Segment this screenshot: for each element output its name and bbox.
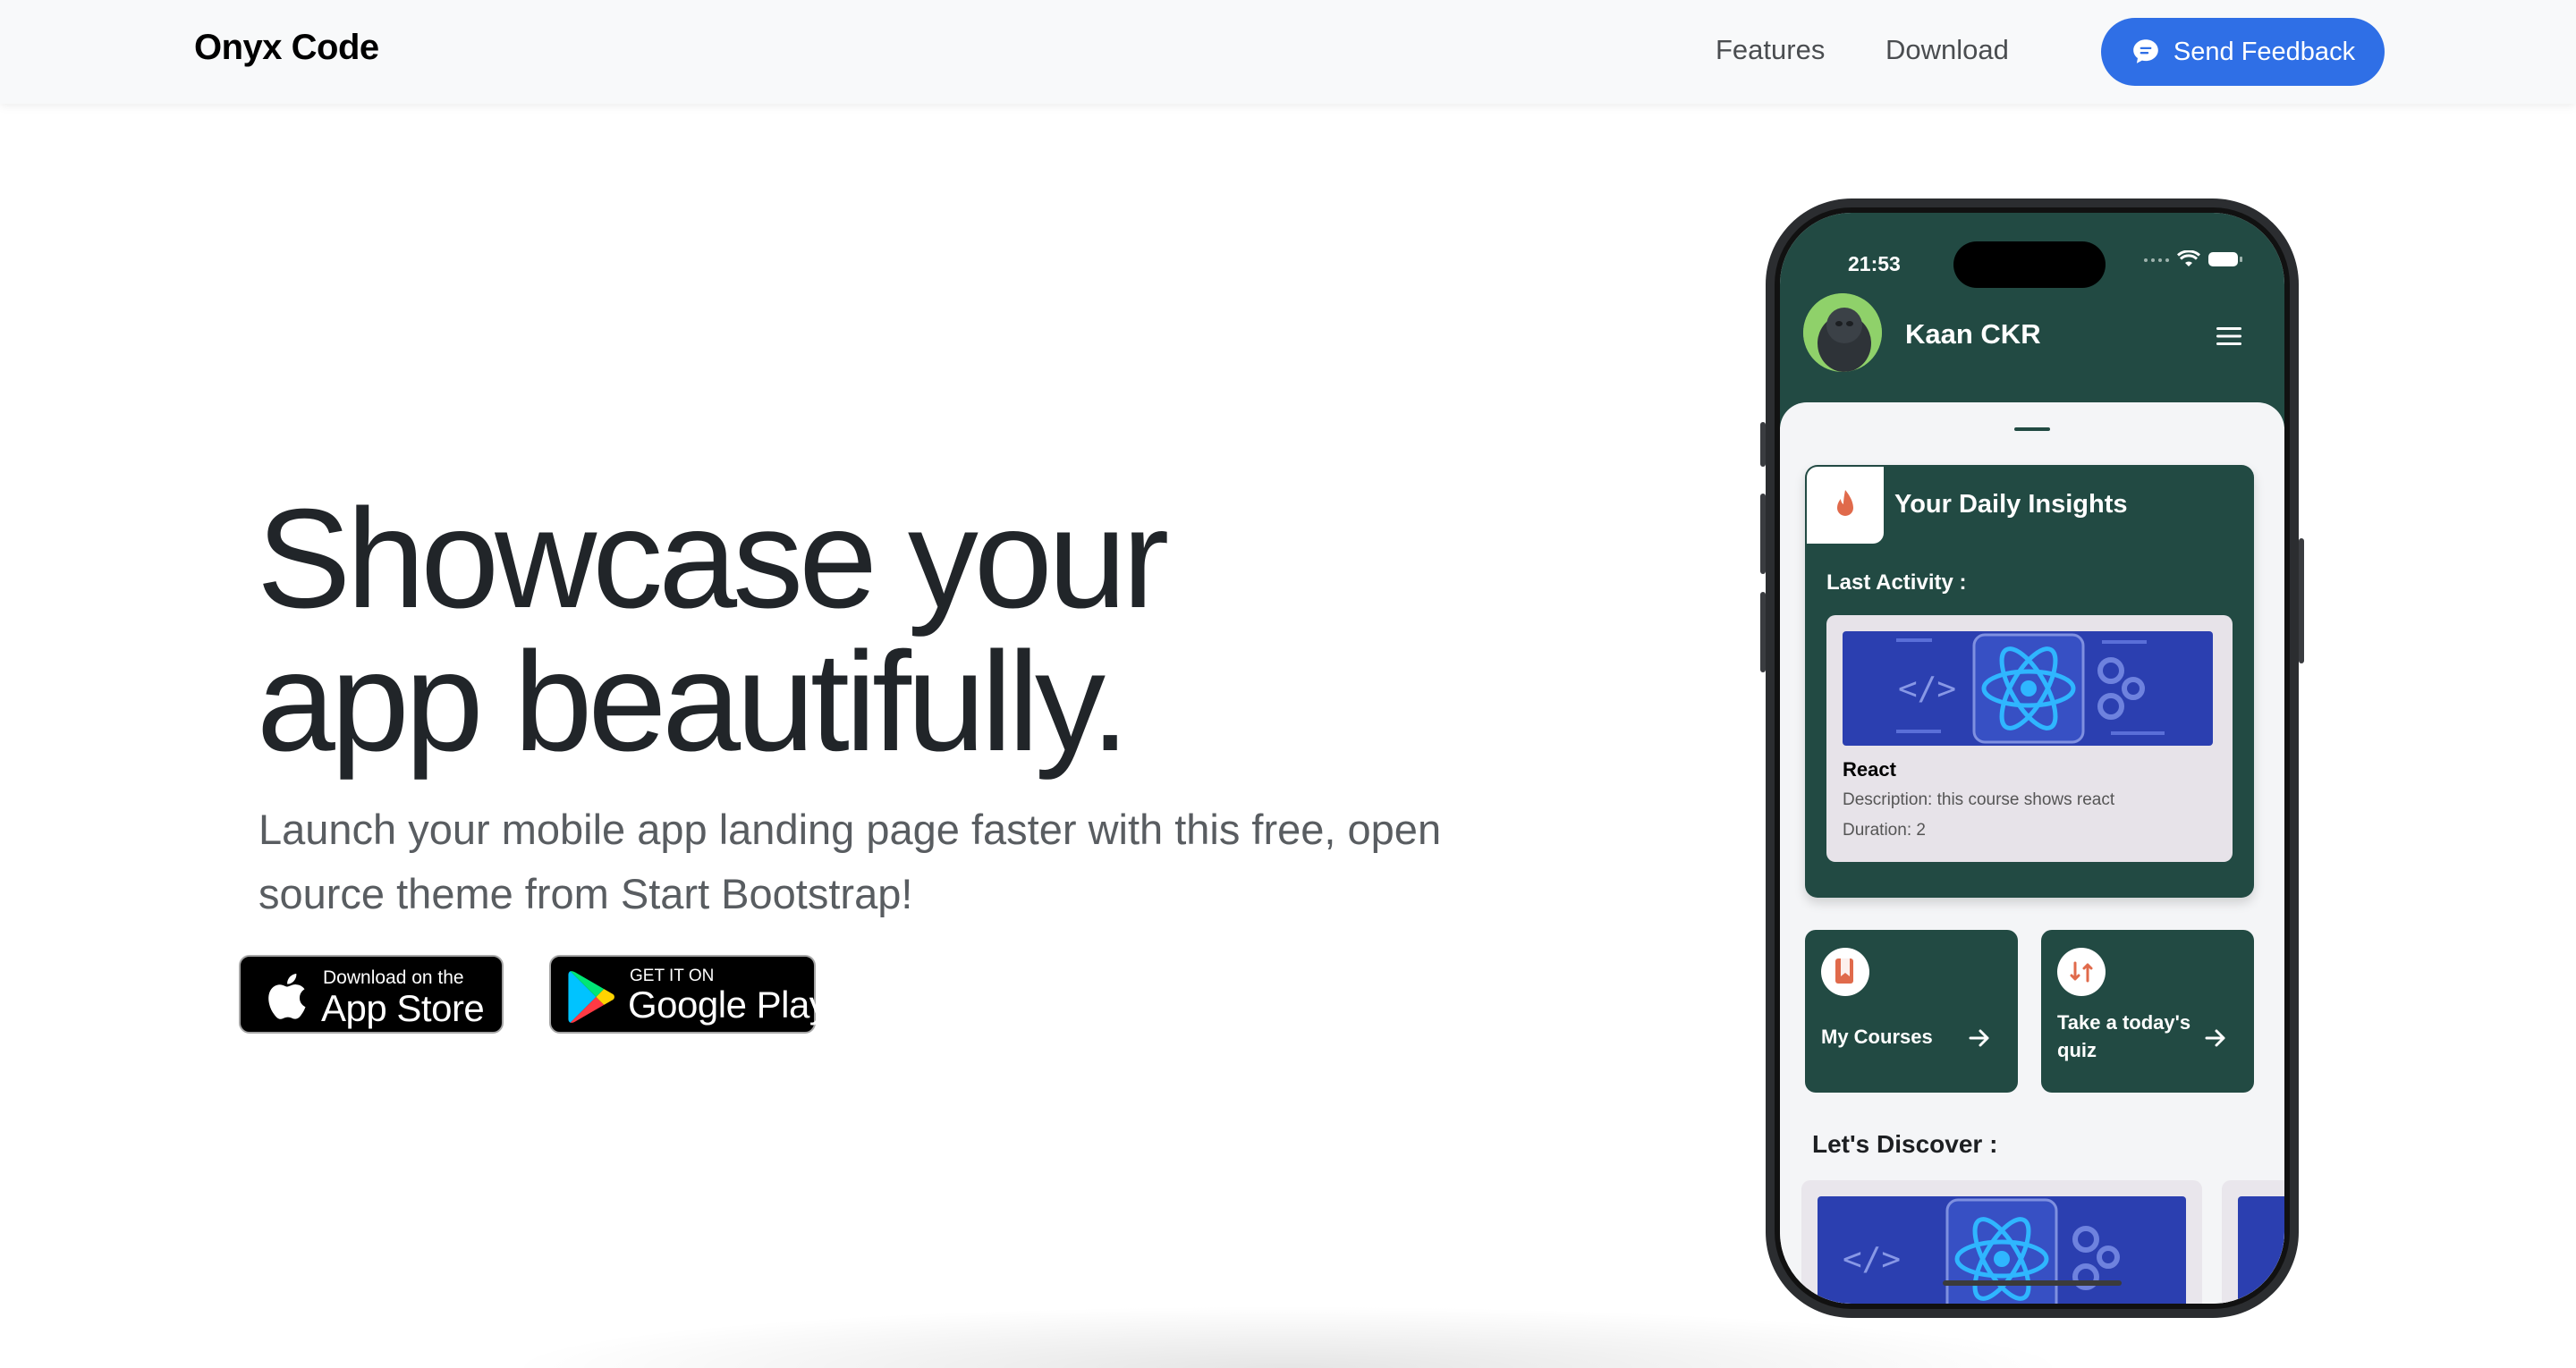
send-feedback-label: Send Feedback (2173, 37, 2356, 66)
app-header: 21:53 Kaan CKR (1780, 213, 2284, 427)
app-store-big-text: App Store (321, 987, 485, 1029)
avatar[interactable] (1803, 293, 1882, 372)
app-store-small-text: Download on the (323, 967, 464, 988)
flame-badge (1807, 467, 1884, 544)
battery-icon (2208, 252, 2242, 266)
last-activity-label: Last Activity : (1826, 570, 1967, 595)
google-play-big-text: Google Play (628, 984, 828, 1026)
arrow-right-icon (2205, 1029, 2225, 1047)
swap-icon (2070, 961, 2093, 983)
nav-link-features[interactable]: Features (1716, 34, 1825, 66)
app-store-badge[interactable]: Download on the App Store (239, 955, 504, 1034)
lets-discover-heading: Let's Discover : (1812, 1130, 1998, 1158)
apple-icon (268, 974, 306, 1019)
user-name: Kaan CKR (1905, 318, 2041, 350)
my-courses-label: My Courses (1821, 1026, 1933, 1048)
discover-course-card[interactable] (2222, 1180, 2284, 1304)
hero-title-line-1: Showcase your (257, 480, 1169, 638)
google-play-badge[interactable]: GET IT ON Google Play (549, 955, 828, 1034)
home-indicator[interactable] (1943, 1280, 2122, 1286)
last-activity-course-card[interactable]: </> React Description: this course shows… (1826, 615, 2233, 862)
nav-link-download[interactable]: Download (1885, 34, 2009, 66)
app-screen: 21:53 Kaan CKR Your Daily Insights Last … (1780, 213, 2284, 1304)
svg-text:</>: </> (1898, 671, 1956, 707)
course-name: React (1843, 758, 1896, 781)
bookmark-icon (1835, 958, 1853, 984)
hero-title: Showcase your app beautifully. (257, 487, 1509, 773)
daily-insights-card[interactable]: Your Daily Insights Last Activity : </> (1805, 465, 2254, 898)
bookmark-icon-badge (1821, 948, 1869, 996)
phone-mockup: 21:53 Kaan CKR Your Daily Insights Last … (1760, 198, 2304, 1318)
hero-subtitle: Launch your mobile app landing page fast… (258, 806, 1442, 917)
hero-title-line-2: app beautifully. (257, 623, 1130, 781)
navbar: Onyx Code Features Download Send Feedbac… (0, 0, 2576, 104)
phone-screen: 21:53 Kaan CKR Your Daily Insights Last … (1775, 207, 2290, 1309)
course-description: Description: this course shows react (1843, 790, 2115, 809)
send-feedback-button[interactable]: Send Feedback (2101, 18, 2385, 86)
brand-logo[interactable]: Onyx Code (194, 28, 379, 68)
hamburger-menu-icon[interactable] (2216, 325, 2241, 347)
phone-volume-down-button (1760, 592, 1766, 672)
discover-course-thumbnail (2238, 1196, 2284, 1304)
react-course-illustration: </> (1843, 631, 2213, 746)
status-time: 21:53 (1848, 252, 1901, 275)
discover-course-thumbnail: </> (1818, 1196, 2186, 1304)
course-duration: Duration: 2 (1843, 821, 1926, 840)
signal-dots-icon (2144, 258, 2169, 262)
phone-power-button (2299, 538, 2304, 663)
course-thumbnail: </> (1843, 631, 2213, 746)
content-sheet: Your Daily Insights Last Activity : </> (1780, 402, 2284, 1304)
insights-title: Your Daily Insights (1894, 490, 2128, 519)
phone-side-button (1760, 422, 1766, 467)
sheet-handle[interactable] (2014, 427, 2050, 431)
todays-quiz-tile[interactable]: Take a today's quiz (2041, 930, 2254, 1093)
my-courses-tile[interactable]: My Courses (1805, 930, 2018, 1093)
swap-icon-badge (2057, 948, 2106, 996)
avatar-image (1803, 293, 1882, 372)
chat-bubble-icon (2133, 39, 2158, 63)
wifi-icon (2177, 250, 2200, 266)
phone-volume-up-button (1760, 494, 1766, 574)
svg-text:</>: </> (1843, 1241, 1901, 1278)
react-course-illustration: </> (1818, 1196, 2186, 1304)
todays-quiz-label: Take a today's quiz (2057, 1011, 2191, 1061)
status-icons (2143, 250, 2243, 268)
dynamic-island (1953, 241, 2106, 288)
arrow-right-icon (1969, 1029, 1989, 1047)
flame-icon (1837, 490, 1853, 516)
google-play-icon (568, 971, 614, 1023)
